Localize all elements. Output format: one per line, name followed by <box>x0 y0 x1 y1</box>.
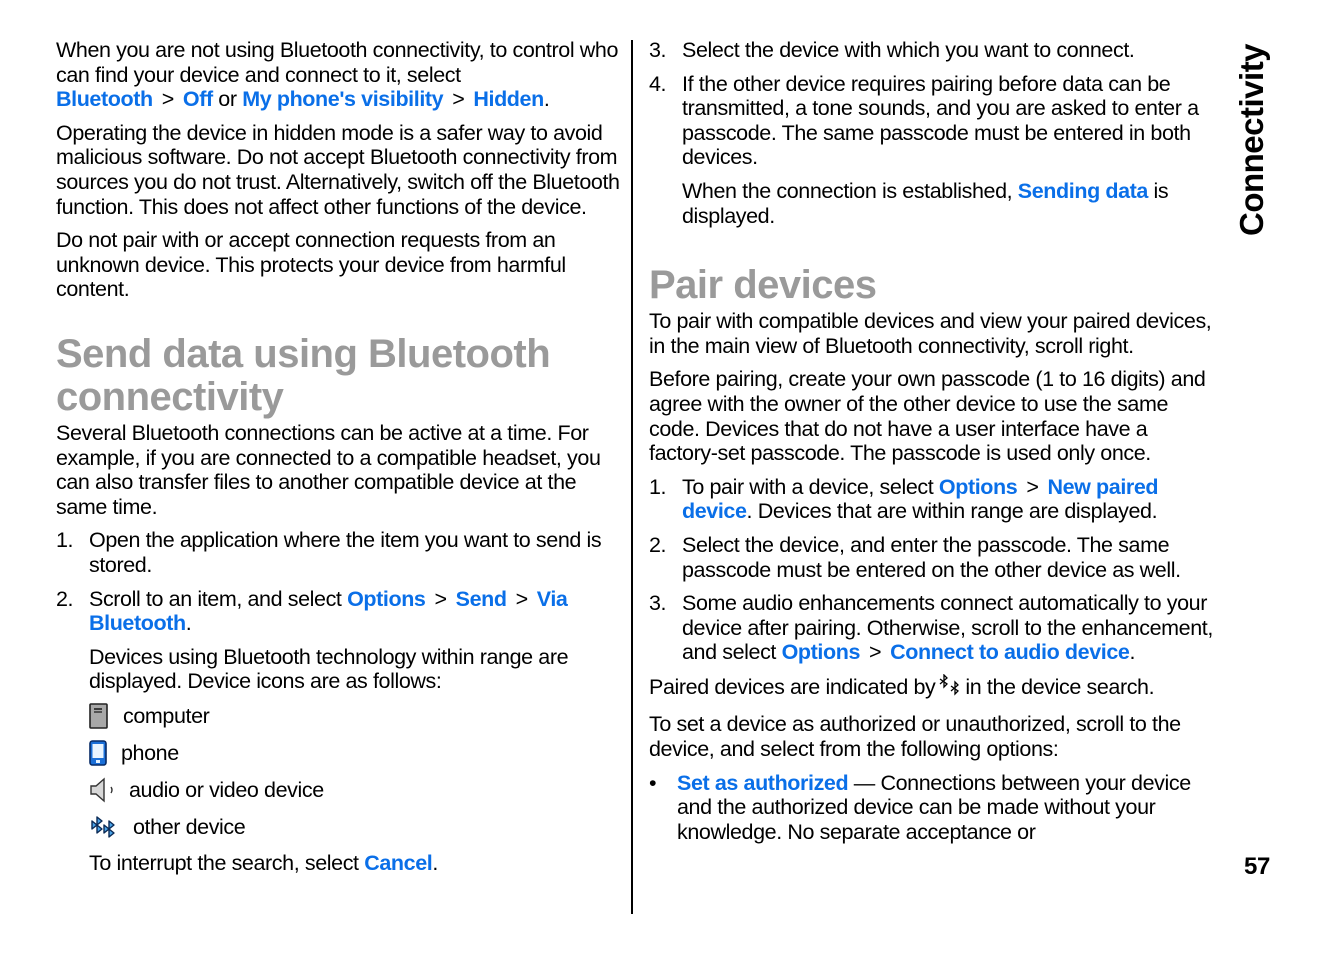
device-icon-row: phone <box>56 740 622 766</box>
device-icon-row: other device <box>56 814 622 840</box>
menu-link-cancel[interactable]: Cancel <box>364 851 433 875</box>
status-link-sending-data[interactable]: Sending data <box>1018 179 1149 203</box>
page-number: 57 <box>1244 853 1270 880</box>
device-icon-row: audio or video device <box>56 777 622 803</box>
step-item: 4. If the other device requires pairing … <box>649 71 1199 170</box>
menu-link-set-as-authorized[interactable]: Set as authorized <box>677 771 849 795</box>
right-column: 3. Select the device with which you want… <box>649 38 1215 844</box>
computer-icon <box>89 703 119 729</box>
menu-link-options[interactable]: Options <box>347 587 426 611</box>
device-icon-row: computer <box>56 703 622 729</box>
step-item: 1. Open the application where the item y… <box>56 528 602 577</box>
devices-intro-paragraph: Devices using Bluetooth technology withi… <box>89 644 569 694</box>
phone-icon <box>89 740 117 766</box>
pairing-warning-paragraph: Do not pair with or accept connection re… <box>56 228 566 302</box>
step-item: 3. Select the device with which you want… <box>649 38 1135 62</box>
connection-established-paragraph: When the connection is established, Send… <box>682 178 1169 228</box>
cancel-search-paragraph: To interrupt the search, select Cancel. <box>89 850 438 875</box>
send-steps-continued-list: 3. Select the device with which you want… <box>649 38 1215 170</box>
menu-link-bluetooth[interactable]: Bluetooth <box>56 87 153 111</box>
passcode-paragraph: Before pairing, create your own passcode… <box>649 367 1206 466</box>
send-steps-list: 1. Open the application where the item y… <box>56 528 622 635</box>
authorize-paragraph: To set a device as authorized or unautho… <box>649 712 1181 762</box>
step-item: 3. Some audio enhancements connect autom… <box>649 591 1213 665</box>
multiple-connections-paragraph: Several Bluetooth connections can be act… <box>56 420 601 519</box>
option-item: • Set as authorized — Connections betwee… <box>649 770 1191 844</box>
step-item: 2. Scroll to an item, and select Options… <box>56 586 568 636</box>
step-item: 1. To pair with a device, select Options… <box>649 474 1159 524</box>
menu-link-send[interactable]: Send <box>456 587 507 611</box>
paired-indicator-paragraph: Paired devices are indicated by in the de… <box>649 673 1215 704</box>
other-device-bluetooth-icon <box>89 814 129 840</box>
left-column: When you are not using Bluetooth connect… <box>56 38 622 884</box>
hidden-mode-paragraph: Operating the device in hidden mode is a… <box>56 120 620 219</box>
section-heading-send-data: Send data using Bluetooth connectivity <box>56 331 551 419</box>
section-heading-pair-devices: Pair devices <box>649 263 877 308</box>
menu-link-hidden[interactable]: Hidden <box>473 87 544 111</box>
pair-intro-paragraph: To pair with compatible devices and view… <box>649 309 1212 358</box>
column-divider <box>631 40 633 914</box>
audio-video-device-icon <box>89 777 125 803</box>
menu-link-options[interactable]: Options <box>939 475 1018 499</box>
pair-steps-list: 1. To pair with a device, select Options… <box>649 475 1215 665</box>
authorize-options-list: • Set as authorized — Connections betwee… <box>649 771 1215 845</box>
menu-link-connect-audio-device[interactable]: Connect to audio device <box>890 640 1130 664</box>
menu-link-off[interactable]: Off <box>183 87 213 111</box>
menu-link-visibility[interactable]: My phone's visibility <box>242 87 443 111</box>
paired-bluetooth-icon <box>938 673 962 704</box>
menu-link-options[interactable]: Options <box>782 640 861 664</box>
intro-paragraph: When you are not using Bluetooth connect… <box>56 38 619 112</box>
step-item: 2. Select the device, and enter the pass… <box>649 532 1181 582</box>
